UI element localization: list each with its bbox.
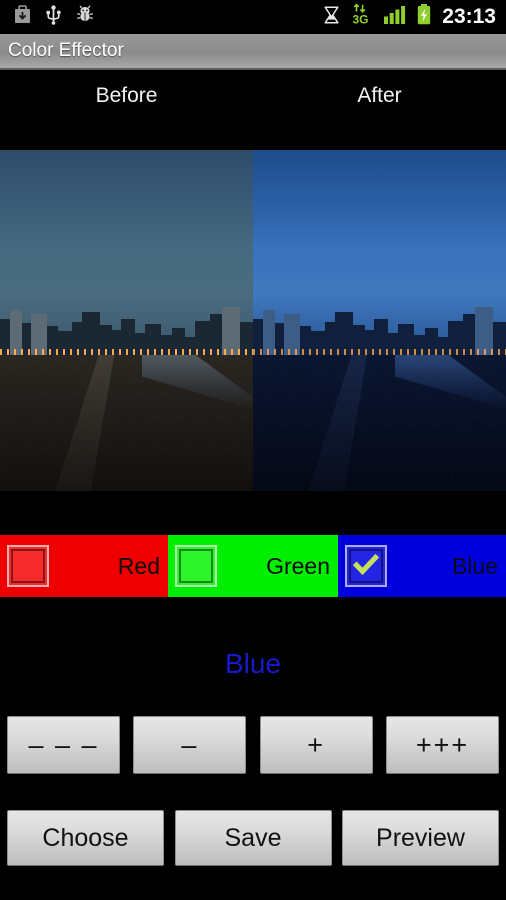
battery-charging-icon — [417, 4, 431, 30]
alarm-heart-icon — [323, 5, 340, 30]
save-button[interactable]: Save — [174, 810, 332, 866]
app-root: 3G 23:13 Color Effector Before After Red… — [0, 0, 506, 900]
before-label: Before — [95, 84, 158, 107]
before-label-cell: Before — [0, 72, 253, 148]
after-skyline — [253, 300, 506, 355]
3g-data-icon: 3G — [351, 3, 373, 30]
preview-images-row — [0, 150, 506, 491]
after-label-cell: After — [253, 72, 506, 148]
after-label: After — [357, 84, 402, 107]
preview-button[interactable]: Preview — [342, 810, 499, 866]
before-skyline — [0, 300, 253, 355]
status-bar-right-icons: 3G 23:13 — [323, 0, 496, 34]
channel-label-red: Red — [117, 552, 160, 579]
before-image[interactable] — [0, 150, 253, 491]
check-icon — [352, 552, 380, 578]
channel-option-blue[interactable]: Blue — [338, 535, 506, 597]
checkbox-blue[interactable] — [345, 545, 387, 587]
svg-text:3G: 3G — [353, 13, 369, 26]
title-bar: Color Effector — [0, 34, 506, 70]
after-image[interactable] — [253, 150, 506, 491]
usb-icon — [45, 4, 62, 30]
choose-button[interactable]: Choose — [7, 810, 164, 866]
channel-option-red[interactable]: Red — [0, 535, 168, 597]
checkbox-green[interactable] — [175, 545, 217, 587]
status-bar: 3G 23:13 — [0, 0, 506, 34]
increase-small-button[interactable]: + — [259, 716, 373, 774]
channel-selector-row: Red Green Blue — [0, 535, 506, 597]
download-icon — [14, 5, 31, 29]
signal-bars-icon — [384, 5, 406, 29]
adjust-buttons-row: – – – – + +++ — [0, 716, 506, 776]
checkbox-red[interactable] — [7, 545, 49, 587]
channel-label-blue: Blue — [451, 552, 498, 579]
status-bar-left-icons — [0, 4, 94, 30]
status-bar-clock: 23:13 — [442, 5, 496, 28]
increase-large-button[interactable]: +++ — [385, 716, 499, 774]
selected-channel-title: Blue — [224, 648, 282, 679]
decrease-small-button[interactable]: – — [133, 716, 247, 774]
decrease-large-button[interactable]: – – – — [7, 716, 120, 774]
preview-labels-row: Before After — [0, 72, 506, 148]
channel-label-green: Green — [266, 552, 330, 579]
app-title: Color Effector — [8, 40, 124, 61]
action-buttons-row: Choose Save Preview — [0, 810, 506, 868]
android-debug-icon — [76, 5, 94, 29]
channel-option-green[interactable]: Green — [168, 535, 338, 597]
